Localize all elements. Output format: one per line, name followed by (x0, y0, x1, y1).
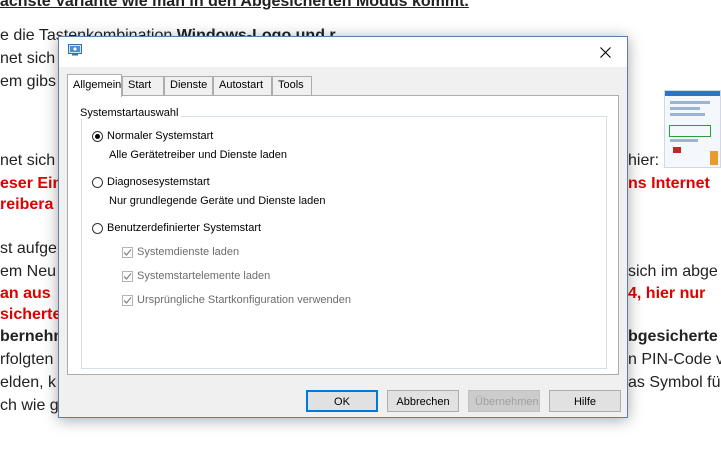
article-line: em Neu (0, 263, 57, 280)
tab-dienste[interactable]: Dienste (164, 76, 213, 95)
group-label: Systemstartauswahl (77, 107, 182, 119)
checkbox[interactable] (122, 246, 133, 258)
checkbox-label: Ursprüngliche Startkonfiguration verwend… (137, 294, 352, 306)
option-description: Nur grundlegende Geräte und Dienste lade… (109, 195, 326, 207)
checkbox-label: Systemdienste laden (137, 246, 240, 258)
article-line-red-right: ns Internet (628, 175, 710, 192)
article-line-right: hier: (628, 152, 660, 169)
article-line: em gibs (0, 73, 57, 90)
radio-button[interactable] (92, 222, 103, 234)
thumbnail-titlebar (665, 91, 720, 96)
thumbnail-red-marker (673, 147, 681, 153)
msconfig-app-icon (68, 44, 82, 56)
cancel-button[interactable]: Abbrechen (387, 390, 459, 412)
radio-label: Normaler Systemstart (107, 130, 214, 142)
article-line: elden, k (0, 374, 57, 391)
checkbox-load-system-services[interactable]: Systemdienste laden (122, 246, 239, 258)
radio-label: Diagnosesystemstart (107, 176, 210, 188)
article-line-right: as Symbol fü (628, 374, 721, 391)
article-heading: ächste Variante wie man in den Abgesiche… (0, 0, 469, 10)
tab-panel-allgemein: Systemstartauswahl Normaler Systemstart … (67, 95, 619, 375)
thumbnail-highlight (669, 125, 711, 137)
checkbox-label: Systemstartelemente laden (137, 270, 271, 282)
close-button[interactable] (583, 37, 627, 67)
checkmark-icon (123, 272, 132, 280)
article-line-right: sich im abge (628, 263, 718, 280)
article-line-right: n PIN-Code v (628, 351, 721, 368)
screenshot-thumbnail[interactable] (664, 90, 721, 168)
close-icon (599, 46, 611, 58)
article-line-red: reibera (0, 196, 54, 213)
article-line-bold-right: bgesicherte (628, 328, 718, 345)
tab-start[interactable]: Start (122, 76, 164, 95)
radio-normal-startup[interactable]: Normaler Systemstart (92, 130, 213, 142)
tab-autostart[interactable]: Autostart (213, 76, 272, 95)
radio-button[interactable] (92, 130, 103, 142)
checkmark-icon (123, 248, 132, 256)
title-bar[interactable] (59, 37, 627, 67)
apply-button[interactable]: Übernehmen (468, 390, 540, 412)
option-description: Alle Gerätetreiber und Dienste laden (109, 149, 287, 161)
thumbnail-row (670, 113, 705, 116)
article-line-red-right: 4, hier nur (628, 285, 706, 302)
checkbox[interactable] (122, 294, 133, 306)
system-configuration-dialog: Allgemein Start Dienste Autostart Tools … (58, 36, 628, 418)
ok-button[interactable]: OK (306, 390, 378, 412)
radio-selective-startup[interactable]: Benutzerdefinierter Systemstart (92, 222, 261, 234)
radio-diagnostic-startup[interactable]: Diagnosesystemstart (92, 176, 210, 188)
article-line: rfolgten (0, 351, 54, 368)
article-line: st aufge (0, 240, 57, 257)
checkbox[interactable] (122, 270, 133, 282)
tab-tools[interactable]: Tools (272, 76, 312, 95)
checkbox-use-original-boot-config[interactable]: Ursprüngliche Startkonfiguration verwend… (122, 294, 351, 306)
checkmark-icon (123, 296, 132, 304)
thumbnail-row (670, 139, 698, 142)
article-line: ch wie g (0, 397, 59, 414)
thumbnail-row (670, 107, 700, 110)
thumbnail-row (670, 101, 710, 104)
tab-allgemein[interactable]: Allgemein (67, 74, 122, 97)
article-line-red: eser Ein (0, 175, 63, 192)
help-button[interactable]: Hilfe (549, 390, 621, 412)
thumbnail-orange-marker (710, 151, 718, 165)
checkbox-load-startup-items[interactable]: Systemstartelemente laden (122, 270, 270, 282)
radio-label: Benutzerdefinierter Systemstart (107, 222, 262, 234)
radio-button[interactable] (92, 176, 103, 188)
article-line-red: an aus (0, 285, 51, 302)
article-line-red: sicherte (0, 306, 62, 323)
